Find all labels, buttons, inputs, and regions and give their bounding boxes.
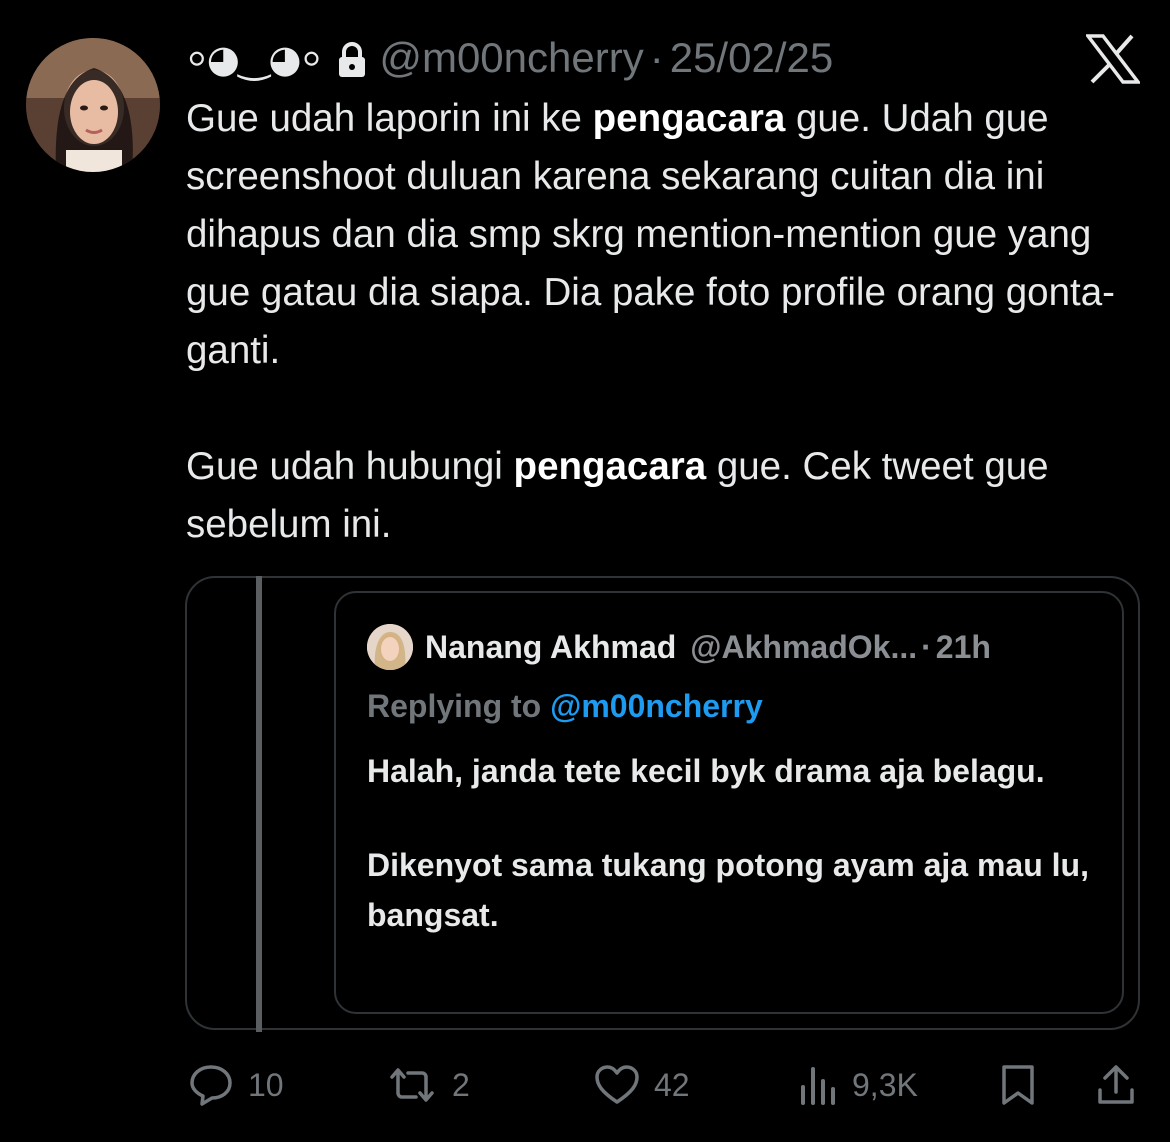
like-count: 42 — [654, 1066, 690, 1103]
quoted-replying-to: Replying to @m00ncherry — [367, 688, 763, 724]
x-logo[interactable] — [1084, 34, 1142, 84]
quoted-author-handle: @AkhmadOk... — [690, 628, 918, 665]
lock-icon — [337, 40, 367, 77]
share-button[interactable] — [1096, 1060, 1136, 1110]
quoted-author-name: Nanang Akhmad — [425, 628, 677, 665]
views-icon — [798, 1065, 838, 1105]
tweet-date[interactable]: 25/02/25 — [670, 34, 834, 82]
media-divider-line — [256, 576, 262, 1032]
like-button[interactable]: 42 — [594, 1060, 690, 1110]
author-display-name[interactable]: ⸰◕‿◕⸰ — [186, 32, 322, 84]
views-button[interactable]: 9,3K — [798, 1060, 918, 1110]
quoted-separator: · — [921, 628, 932, 665]
quoted-tweet-text: Halah, janda tete kecil byk drama aja be… — [367, 746, 1097, 940]
quoted-time: 21h — [935, 628, 991, 665]
share-icon — [1096, 1064, 1136, 1106]
bookmark-icon — [1000, 1064, 1036, 1106]
reply-button[interactable]: 10 — [188, 1060, 284, 1110]
tweet-header: ⸰◕‿◕⸰ @m00ncherry · 25/02/25 — [186, 30, 833, 86]
quoted-paragraph-2: Dikenyot sama tukang potong ayam aja mau… — [367, 847, 1089, 933]
author-avatar-photo — [26, 38, 160, 172]
author-handle[interactable]: @m00ncherry — [379, 34, 643, 82]
tweet-paragraph-2: Gue udah hubungi pengacara gue. Cek twee… — [186, 445, 1049, 546]
quoted-paragraph-1: Halah, janda tete kecil byk drama aja be… — [367, 753, 1045, 789]
views-count: 9,3K — [852, 1066, 918, 1103]
bookmark-button[interactable] — [1000, 1060, 1036, 1110]
quoted-tweet-header: Nanang Akhmad @AkhmadOk... · 21h — [367, 622, 991, 672]
heart-icon — [594, 1064, 640, 1106]
header-separator: · — [649, 34, 664, 81]
author-avatar[interactable] — [26, 38, 160, 172]
retweet-icon — [386, 1065, 438, 1105]
quoted-mention: @m00ncherry — [550, 688, 763, 724]
retweet-button[interactable]: 2 — [386, 1060, 470, 1110]
retweet-count: 2 — [452, 1066, 470, 1103]
reply-count: 10 — [248, 1066, 284, 1103]
reply-icon — [188, 1063, 234, 1107]
tweet-text: Gue udah laporin ini ke pengacara gue. U… — [186, 90, 1146, 554]
tweet-paragraph-1: Gue udah laporin ini ke pengacara gue. U… — [186, 97, 1115, 372]
quoted-author-avatar — [367, 624, 413, 670]
